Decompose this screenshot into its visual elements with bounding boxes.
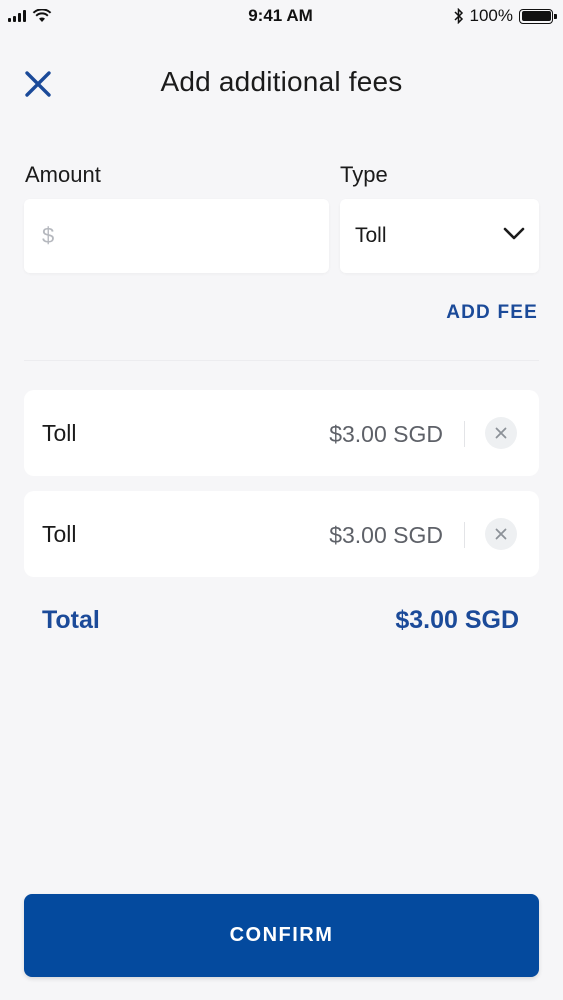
chevron-down-icon <box>503 227 525 240</box>
divider <box>24 360 539 361</box>
close-icon <box>495 528 507 540</box>
bluetooth-icon <box>453 8 463 24</box>
total-label: Total <box>42 606 100 634</box>
fee-separator <box>464 421 465 447</box>
amount-label: Amount <box>25 162 101 187</box>
confirm-button[interactable]: CONFIRM <box>24 894 539 977</box>
amount-field[interactable]: $ <box>24 199 329 273</box>
type-label: Type <box>340 162 388 187</box>
header: Add additional fees <box>0 58 563 108</box>
currency-prefix: $ <box>42 223 55 248</box>
status-time: 9:41 AM <box>248 6 313 25</box>
status-bar-right: 100% <box>413 6 557 26</box>
fee-name: Toll <box>42 521 77 547</box>
page-title: Add additional fees <box>160 66 403 97</box>
total-value: $3.00 SGD <box>395 606 519 634</box>
battery-icon <box>519 8 557 24</box>
status-bar: 9:41 AM 100% <box>0 0 563 32</box>
type-select[interactable]: Toll <box>340 199 539 273</box>
fee-separator <box>464 522 465 548</box>
fee-name: Toll <box>42 420 77 446</box>
type-select-value: Toll <box>355 224 387 247</box>
battery-percent: 100% <box>469 6 513 25</box>
fee-row: Toll $3.00 SGD <box>24 390 539 476</box>
remove-fee-button[interactable] <box>485 518 517 550</box>
fee-row: Toll $3.00 SGD <box>24 491 539 577</box>
wifi-icon <box>32 9 52 22</box>
add-fee-button[interactable]: ADD FEE <box>446 302 538 324</box>
add-fees-screen: 9:41 AM 100% Add additional fees Amount … <box>0 0 563 1000</box>
close-icon <box>495 427 507 439</box>
remove-fee-button[interactable] <box>485 417 517 449</box>
fee-amount: $3.00 SGD <box>329 522 443 548</box>
amount-input[interactable] <box>68 215 318 257</box>
signal-icon <box>8 10 26 22</box>
fee-amount: $3.00 SGD <box>329 421 443 447</box>
status-bar-left <box>8 9 148 23</box>
